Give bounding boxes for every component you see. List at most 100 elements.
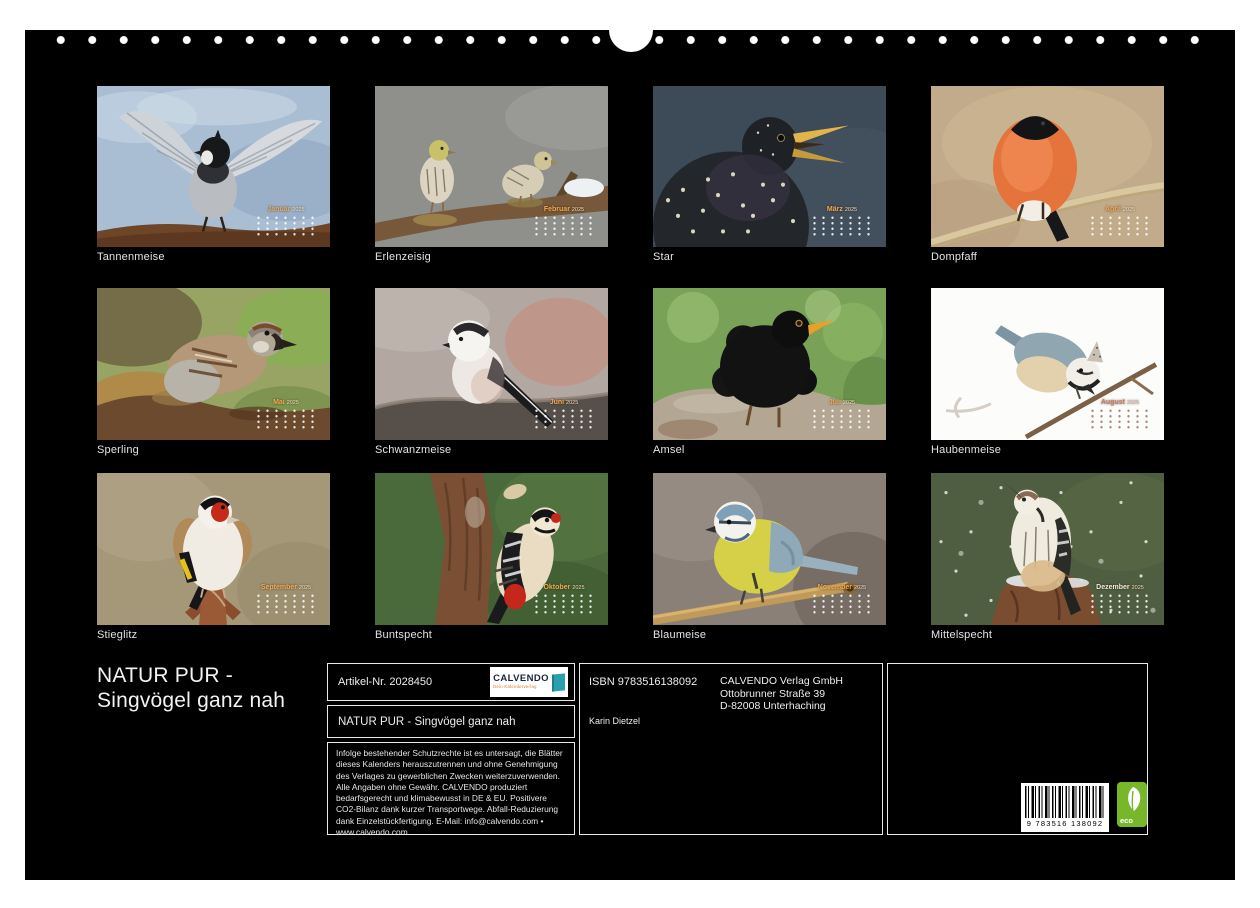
calendar-back-cover: Januar 2025 Tannenmeise — [0, 0, 1260, 908]
bird-photo-buntspecht: Oktober 2025 — [375, 473, 608, 625]
mini-month-calendar: April 2025 — [1085, 206, 1155, 237]
thumbnail-amsel: Juli 2025 Amsel — [653, 288, 886, 456]
month-year: 2025 — [287, 400, 299, 406]
month-name: September — [261, 584, 297, 591]
ean-barcode: 9 783516 138092 — [1021, 783, 1109, 832]
mini-calendar-grid — [1088, 215, 1152, 237]
calvendo-logo-tagline: Dein Kalenderverlag — [493, 684, 537, 690]
calendar-title: NATUR PUR - Singvögel ganz nah — [97, 664, 285, 714]
bird-photo-blaumeise: November 2025 — [653, 473, 886, 625]
bird-name-label: Sperling — [97, 444, 330, 456]
legal-text: Infolge bestehender Schutzrechte ist es … — [336, 748, 563, 837]
legal-text-box: Infolge bestehender Schutzrechte ist es … — [327, 742, 575, 835]
bird-photo-star: März 2025 — [653, 86, 886, 247]
eco-label: eco — [1120, 816, 1133, 825]
month-year: 2025 — [572, 207, 584, 213]
mini-calendar-grid — [810, 593, 874, 615]
calvendo-logo-text: CALVENDO — [493, 674, 549, 684]
hanger-hole — [609, 8, 653, 52]
mini-calendar-grid — [254, 593, 318, 615]
month-name: August — [1101, 399, 1125, 406]
month-name: Januar — [267, 206, 290, 213]
article-number-box: Artikel-Nr. 2028450 CALVENDO Dein Kalend… — [327, 663, 575, 701]
month-year: 2025 — [843, 400, 855, 406]
bird-photo-erlenzeisig: Februar 2025 — [375, 86, 608, 247]
mini-month-calendar: November 2025 — [807, 584, 877, 615]
mini-calendar-grid — [254, 408, 318, 430]
mini-calendar-grid — [532, 408, 596, 430]
bird-photo-mittelspecht: Dezember 2025 — [931, 473, 1164, 625]
bird-photo-stieglitz: September 2025 — [97, 473, 330, 625]
month-year: 2025 — [1123, 207, 1135, 213]
mini-calendar-grid — [254, 215, 318, 237]
mini-month-calendar: Dezember 2025 — [1085, 584, 1155, 615]
mini-calendar-grid — [810, 215, 874, 237]
mini-calendar-grid — [1088, 593, 1152, 615]
mini-calendar-grid — [532, 215, 596, 237]
article-number: Artikel-Nr. 2028450 — [338, 676, 432, 688]
thumbnail-dompfaff: April 2025 Dompfaff — [931, 86, 1164, 263]
bird-name-label: Erlenzeisig — [375, 251, 608, 263]
bird-photo-dompfaff: April 2025 — [931, 86, 1164, 247]
product-title: NATUR PUR - Singvögel ganz nah — [338, 716, 515, 728]
thumbnail-schwanzmeise: Juni 2025 Schwanzmeise — [375, 288, 608, 456]
thumbnail-sperling: Mai 2025 Sperling — [97, 288, 330, 456]
publisher-line: D-82008 Unterhaching — [720, 700, 843, 713]
month-name: Mai — [273, 399, 285, 406]
mini-calendar-grid — [1088, 408, 1152, 430]
thumbnail-haubenmeise: August 2025 Haubenmeise — [931, 288, 1164, 456]
month-year: 2025 — [572, 585, 584, 591]
bird-name-label: Haubenmeise — [931, 444, 1164, 456]
mini-month-calendar: Februar 2025 — [529, 206, 599, 237]
month-name: Februar — [544, 206, 570, 213]
bird-name-label: Tannenmeise — [97, 251, 330, 263]
month-name: Juni — [550, 399, 564, 406]
month-year: 2025 — [299, 585, 311, 591]
month-year: 2025 — [1127, 400, 1139, 406]
barcode-digits: 9 783516 138092 — [1025, 819, 1105, 828]
bird-photo-amsel: Juli 2025 — [653, 288, 886, 440]
bird-name-label: Star — [653, 251, 886, 263]
month-name: Dezember — [1096, 584, 1129, 591]
calendar-sheet: Januar 2025 Tannenmeise — [25, 30, 1235, 880]
thumbnail-mittelspecht: Dezember 2025 Mittelspecht — [931, 473, 1164, 641]
thumbnail-star: März 2025 Star — [653, 86, 886, 263]
month-year: 2025 — [566, 400, 578, 406]
barcode-box: 9 783516 138092 eco — [887, 663, 1148, 835]
calvendo-logo: CALVENDO Dein Kalenderverlag — [490, 667, 568, 697]
month-year: 2025 — [854, 585, 866, 591]
mini-calendar-grid — [810, 408, 874, 430]
bird-photo-schwanzmeise: Juni 2025 — [375, 288, 608, 440]
month-name: Oktober — [543, 584, 570, 591]
calvendo-calendar-icon — [552, 673, 565, 691]
mini-month-calendar: August 2025 — [1085, 399, 1155, 430]
mini-month-calendar: Oktober 2025 — [529, 584, 599, 615]
barcode-bars — [1025, 786, 1105, 818]
bird-name-label: Schwanzmeise — [375, 444, 608, 456]
leaf-icon — [1120, 785, 1144, 817]
month-year: 2025 — [292, 207, 304, 213]
month-name: März — [827, 206, 843, 213]
mini-month-calendar: Juli 2025 — [807, 399, 877, 430]
bird-photo-sperling: Mai 2025 — [97, 288, 330, 440]
bird-name-label: Dompfaff — [931, 251, 1164, 263]
publisher-address: CALVENDO Verlag GmbH Ottobrunner Straße … — [720, 675, 843, 713]
bird-name-label: Stieglitz — [97, 629, 330, 641]
thumbnail-buntspecht: Oktober 2025 Buntspecht — [375, 473, 608, 641]
mini-month-calendar: Mai 2025 — [251, 399, 321, 430]
bird-name-label: Blaumeise — [653, 629, 886, 641]
isbn: ISBN 9783516138092 — [589, 676, 697, 688]
thumbnail-tannenmeise: Januar 2025 Tannenmeise — [97, 86, 330, 263]
author-name: Karin Dietzel — [589, 716, 640, 726]
product-title-box: NATUR PUR - Singvögel ganz nah — [327, 705, 575, 738]
thumbnail-stieglitz: September 2025 Stieglitz — [97, 473, 330, 641]
bird-photo-tannenmeise: Januar 2025 — [97, 86, 330, 247]
publisher-line: CALVENDO Verlag GmbH — [720, 675, 843, 688]
thumbnail-blaumeise: November 2025 Blaumeise — [653, 473, 886, 641]
month-name: Juli — [829, 399, 841, 406]
mini-month-calendar: September 2025 — [251, 584, 321, 615]
month-name: November — [818, 584, 852, 591]
mini-month-calendar: Juni 2025 — [529, 399, 599, 430]
mini-calendar-grid — [532, 593, 596, 615]
month-year: 2025 — [1132, 585, 1144, 591]
